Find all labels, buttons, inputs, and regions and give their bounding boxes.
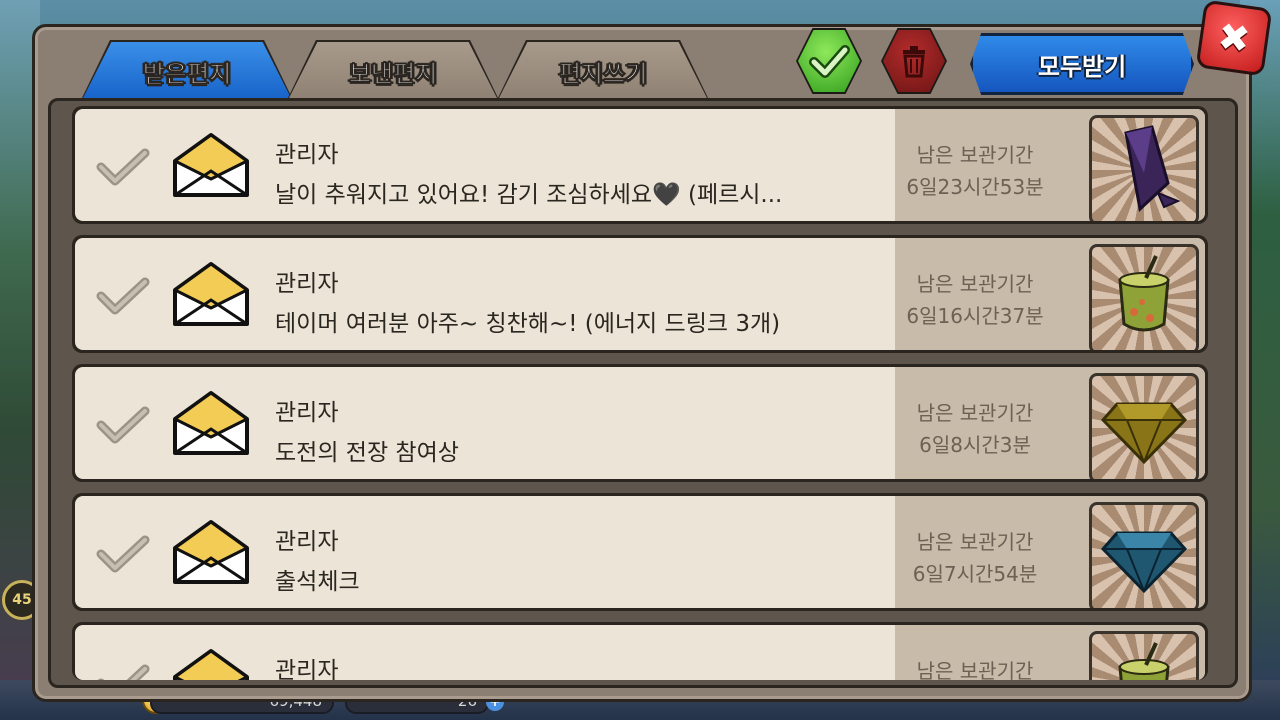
claim-all-button[interactable]: 모두받기: [970, 33, 1194, 95]
mail-title: 도전의 전장 참여상: [275, 440, 459, 466]
purple-crystal-icon: [1104, 123, 1184, 217]
expire-time: 6일16시간37분: [906, 304, 1044, 328]
expire-time: 6일7시간54분: [912, 562, 1038, 586]
envelope-icon: [173, 391, 249, 455]
mail-title: 날이 추워지고 있어요! 감기 조심하세요🖤 (페르시...: [275, 182, 783, 208]
mail-title: 출석체크: [275, 569, 360, 595]
expire-label: 남은 보관기간: [916, 272, 1034, 296]
expire-time: 6일8시간3분: [919, 433, 1031, 457]
envelope-icon: [173, 649, 249, 680]
mail-row[interactable]: 관리자 남은 보관기간: [72, 622, 1208, 680]
mail-row-body: 관리자 도전의 전장 참여상 남은 보관기간 6일8시간3분: [75, 367, 1205, 479]
mail-sender: 관리자: [275, 529, 339, 555]
mail-select-check-icon[interactable]: [95, 532, 151, 576]
energy-drink-icon: [1104, 252, 1184, 346]
expire-label: 남은 보관기간: [916, 530, 1034, 554]
mail-row-body: 관리자 출석체크 남은 보관기간 6일7시간54분: [75, 496, 1205, 608]
blue-diamond-icon: [1099, 515, 1189, 599]
mail-select-check-icon[interactable]: [95, 145, 151, 189]
mail-select-check-icon[interactable]: [95, 661, 151, 680]
tab-write[interactable]: 편지쓰기: [498, 42, 708, 100]
expire-label: 남은 보관기간: [916, 143, 1034, 167]
mail-select-check-icon[interactable]: [95, 403, 151, 447]
tab-sent[interactable]: 보낸편지: [288, 42, 498, 100]
expire-label: 남은 보관기간: [916, 401, 1034, 425]
envelope-icon: [173, 520, 249, 584]
reward-item[interactable]: [1089, 115, 1199, 221]
mail-row-body: 관리자 남은 보관기간: [75, 625, 1205, 680]
mail-row[interactable]: 관리자 날이 추워지고 있어요! 감기 조심하세요🖤 (페르시... 남은 보관…: [72, 106, 1208, 224]
mail-select-check-icon[interactable]: [95, 274, 151, 318]
envelope-icon: [173, 262, 249, 326]
energy-drink-icon: [1104, 639, 1184, 680]
expire-label: 남은 보관기간: [916, 659, 1034, 680]
reward-item[interactable]: [1089, 244, 1199, 350]
mail-sender: 관리자: [275, 658, 339, 680]
close-icon: ✖: [1215, 13, 1253, 63]
mail-row[interactable]: 관리자 출석체크 남은 보관기간 6일7시간54분: [72, 493, 1208, 611]
reward-item[interactable]: [1089, 373, 1199, 479]
mail-row-body: 관리자 테이머 여러분 아주~ 칭찬해~! (에너지 드링크 3개) 남은 보관…: [75, 238, 1205, 350]
mail-sender: 관리자: [275, 400, 339, 426]
mail-sender: 관리자: [275, 142, 339, 168]
expire-time: 6일23시간53분: [906, 175, 1044, 199]
reward-item[interactable]: [1089, 631, 1199, 680]
mail-row[interactable]: 관리자 테이머 여러분 아주~ 칭찬해~! (에너지 드링크 3개) 남은 보관…: [72, 235, 1208, 353]
envelope-icon: [173, 133, 249, 197]
mail-row[interactable]: 관리자 도전의 전장 참여상 남은 보관기간 6일8시간3분: [72, 364, 1208, 482]
mail-sender: 관리자: [275, 271, 339, 297]
gold-diamond-icon: [1099, 386, 1189, 470]
tab-received[interactable]: 받은편지: [82, 42, 292, 100]
mail-title: 테이머 여러분 아주~ 칭찬해~! (에너지 드링크 3개): [275, 311, 781, 337]
mail-row-body: 관리자 날이 추워지고 있어요! 감기 조심하세요🖤 (페르시... 남은 보관…: [75, 109, 1205, 221]
close-button[interactable]: ✖: [1195, 0, 1273, 77]
reward-item[interactable]: [1089, 502, 1199, 608]
